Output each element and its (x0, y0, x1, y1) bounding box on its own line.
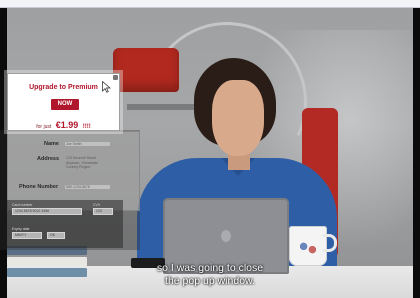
upgrade-now-button[interactable]: NOW (51, 99, 79, 110)
price-row: for just €1.99 !!!! (8, 115, 119, 133)
expiry-input[interactable]: MM/YY (12, 232, 42, 239)
cursor-icon (102, 81, 111, 93)
price-suffix: !!!! (82, 124, 91, 130)
red-lamp (113, 48, 179, 92)
cvv-label: CVV (93, 203, 101, 207)
payment-section: Card number 1234 5678 9012 3456 CVV 123 … (7, 200, 123, 248)
expiry-label: Expiry date (12, 227, 30, 231)
name-label: Name (44, 141, 59, 147)
phone-label: Phone Number (19, 184, 59, 190)
mug-pattern (297, 240, 319, 256)
video-frame: Name Joe Smith Address 123 Seventh Stree… (0, 0, 420, 298)
address-label: Address (37, 156, 60, 162)
name-placeholder: Joe Smith (66, 142, 82, 146)
phone-placeholder: 555-1234-5678 (66, 185, 90, 189)
person-face (212, 80, 264, 156)
browser-top-strip (0, 0, 420, 8)
address-value[interactable]: 123 Seventh Street Anytown, Somestate Co… (66, 156, 110, 170)
mug-handle (323, 234, 337, 252)
close-icon[interactable] (113, 75, 118, 80)
card-number-label: Card number (12, 203, 33, 207)
laptop-logo-icon (221, 230, 231, 242)
signup-form: Name Joe Smith Address 123 Seventh Stree… (7, 131, 140, 211)
video-subtitle: so I was going to close the pop up windo… (0, 262, 420, 288)
price-value: €1.99 (55, 120, 79, 130)
subtitle-line-2: the pop up window. (165, 275, 255, 287)
card-number-input[interactable]: 1234 5678 9012 3456 (12, 208, 82, 215)
expiry-button[interactable]: OK (47, 232, 65, 239)
price-prefix: for just (36, 124, 52, 130)
subtitle-line-1: so I was going to close (156, 262, 264, 274)
cvv-input[interactable]: 123 (93, 208, 113, 215)
